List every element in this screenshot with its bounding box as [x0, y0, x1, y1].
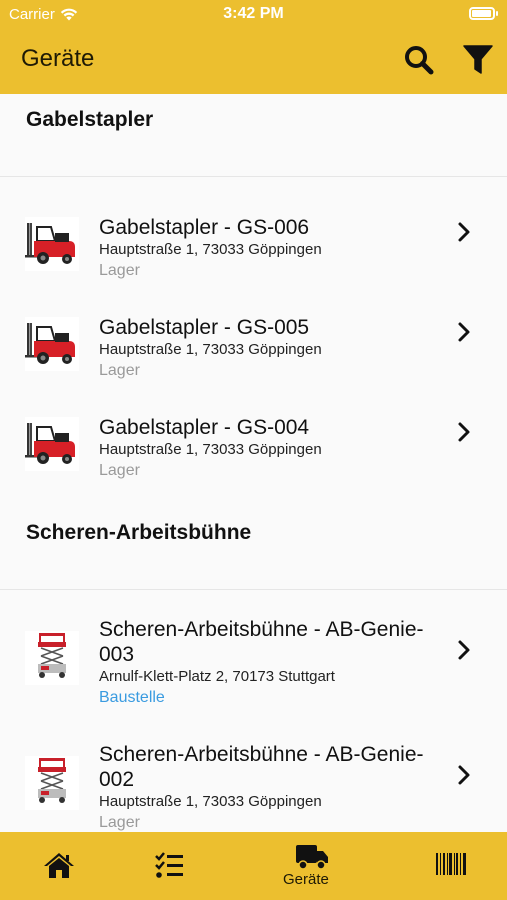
tab-devices-label: Geräte: [283, 871, 329, 888]
search-icon: [405, 46, 434, 75]
forklift-thumbnail: [25, 417, 79, 471]
list-item[interactable]: Scheren-Arbeitsbühne - AB-Genie-003 Arnu…: [0, 601, 507, 726]
tab-tasks[interactable]: [118, 832, 228, 900]
device-name: Scheren-Arbeitsbühne - AB-Genie-002: [99, 743, 424, 791]
barcode-icon: [436, 853, 466, 875]
home-icon: [44, 853, 74, 878]
device-address: Hauptstraße 1, 73033 Göppingen: [99, 441, 322, 458]
device-location: Lager: [99, 262, 140, 279]
device-location: Baustelle: [99, 689, 165, 706]
scissor-lift-thumbnail: [25, 756, 79, 810]
list-item[interactable]: Gabelstapler - GS-005 Hauptstraße 1, 730…: [0, 287, 507, 387]
device-address: Hauptstraße 1, 73033 Göppingen: [99, 241, 322, 258]
list-item-text: Gabelstapler - GS-004 Hauptstraße 1, 730…: [99, 415, 439, 481]
tab-scan[interactable]: [400, 832, 507, 900]
status-time: 3:42 PM: [223, 5, 284, 22]
forklift-thumbnail: [25, 217, 79, 271]
forklift-icon: [25, 323, 75, 364]
chevron-right-icon: [458, 422, 470, 442]
section-header: Gabelstapler: [0, 94, 507, 177]
device-address: Hauptstraße 1, 73033 Göppingen: [99, 793, 322, 810]
device-address: Arnulf-Klett-Platz 2, 70173 Stuttgart: [99, 668, 335, 685]
checklist-icon: [155, 852, 183, 878]
scissor-lift-thumbnail: [25, 631, 79, 685]
device-list[interactable]: Gabelstapler Gabelstapler - GS-006 Haupt…: [0, 94, 507, 832]
device-location: Lager: [99, 462, 140, 479]
forklift-thumbnail: [25, 317, 79, 371]
section-header: Scheren-Arbeitsbühne: [0, 507, 507, 590]
battery-icon: [469, 7, 498, 20]
filter-icon: [463, 45, 493, 74]
chevron-right-icon: [458, 765, 470, 785]
chevron-right-icon: [458, 640, 470, 660]
device-name: Gabelstapler - GS-006: [99, 216, 310, 239]
forklift-icon: [25, 223, 75, 264]
list-item[interactable]: Scheren-Arbeitsbühne - AB-Genie-002 Haup…: [0, 726, 507, 832]
list-item-text: Scheren-Arbeitsbühne - AB-Genie-003 Arnu…: [99, 617, 439, 708]
page-title: Geräte: [21, 45, 95, 72]
device-location: Lager: [99, 362, 140, 379]
tab-home[interactable]: [0, 832, 118, 900]
list-item-text: Gabelstapler - GS-006 Hauptstraße 1, 730…: [99, 215, 439, 281]
list-item-text: Gabelstapler - GS-005 Hauptstraße 1, 730…: [99, 315, 439, 381]
tab-bar: Geräte: [0, 832, 507, 900]
list-item[interactable]: Gabelstapler - GS-006 Hauptstraße 1, 730…: [0, 187, 507, 287]
list-item[interactable]: Gabelstapler - GS-004 Hauptstraße 1, 730…: [0, 387, 507, 487]
filter-button[interactable]: [462, 44, 494, 76]
scissor-lift-icon: [38, 633, 66, 678]
status-bar: Carrier 3:42 PM: [0, 0, 507, 30]
list-item-text: Scheren-Arbeitsbühne - AB-Genie-002 Haup…: [99, 742, 439, 832]
tab-devices[interactable]: Geräte: [250, 832, 370, 900]
device-location: Lager: [99, 814, 140, 831]
device-address: Hauptstraße 1, 73033 Göppingen: [99, 341, 322, 358]
section-title: Gabelstapler: [26, 108, 154, 131]
device-name: Scheren-Arbeitsbühne - AB-Genie-003: [99, 618, 424, 666]
search-button[interactable]: [403, 44, 435, 76]
section-title: Scheren-Arbeitsbühne: [26, 521, 252, 544]
chevron-right-icon: [458, 322, 470, 342]
chevron-right-icon: [458, 222, 470, 242]
device-name: Gabelstapler - GS-005: [99, 316, 310, 339]
truck-icon: [296, 845, 328, 870]
device-name: Gabelstapler - GS-004: [99, 416, 310, 439]
navigation-header: Carrier 3:42 PM Geräte: [0, 0, 507, 94]
scissor-lift-icon: [38, 758, 66, 803]
forklift-icon: [25, 423, 75, 464]
